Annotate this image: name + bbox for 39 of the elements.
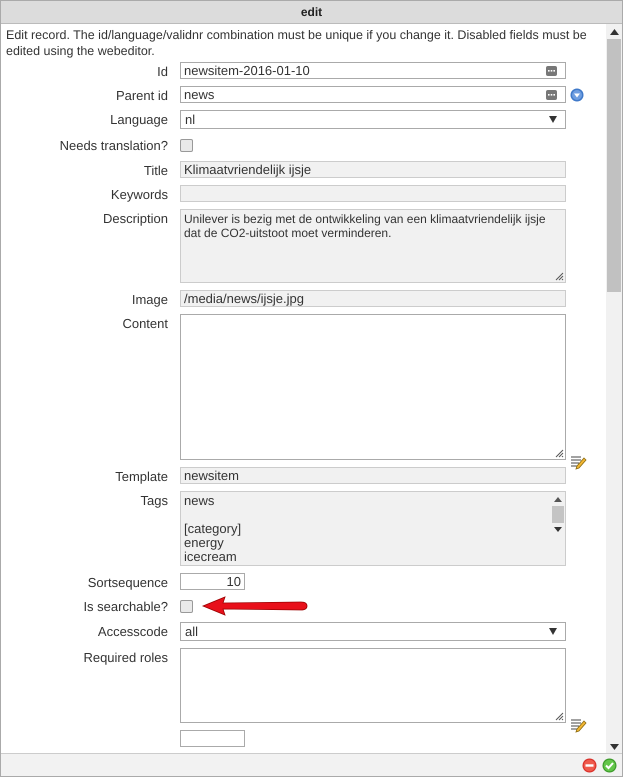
field-label: Template	[115, 469, 168, 484]
field-label: Content	[122, 316, 168, 331]
caret-icon	[549, 116, 557, 123]
more-icon[interactable]	[546, 66, 557, 76]
edit-text-icon[interactable]	[570, 454, 587, 470]
checkbox[interactable]	[180, 138, 193, 152]
field-label: Is searchable?	[83, 599, 168, 614]
field-label: Needs translation?	[60, 138, 168, 153]
field-label: Tags	[140, 493, 168, 508]
resize-grip-icon[interactable]	[555, 449, 564, 458]
scroll-up-icon[interactable]	[610, 29, 618, 35]
text-field[interactable]: news	[180, 86, 566, 103]
field-label: Id	[157, 64, 168, 79]
select-field[interactable]: all	[180, 622, 566, 641]
field-label: Accesscode	[98, 624, 168, 639]
dialog-title: edit	[300, 5, 322, 19]
field-label: Sortsequence	[88, 575, 168, 590]
text-field[interactable]: newsitem-2016-01-10	[180, 62, 566, 79]
intro-text: Edit record. The id/language/validnr combination must be unique if you change it. Disabled fields must be edited using the webeditor.	[6, 27, 588, 59]
edit-text-icon[interactable]	[570, 717, 587, 733]
scrollbar[interactable]	[606, 24, 622, 753]
scroll-down-icon[interactable]	[610, 744, 618, 750]
field-label: Required roles	[83, 650, 168, 665]
field-label: Language	[110, 112, 168, 127]
field-label: Description	[102, 211, 168, 226]
field-label: Image	[132, 292, 168, 307]
resize-grip-icon[interactable]	[555, 712, 564, 721]
field-label: Parent id	[116, 88, 168, 103]
field-label: Keywords	[110, 187, 168, 202]
cancel-button[interactable]	[582, 758, 597, 772]
dropdown-circle-icon[interactable]	[570, 88, 584, 102]
number-field[interactable]: 10	[180, 573, 245, 590]
ok-button[interactable]	[602, 758, 617, 772]
caret-icon	[549, 628, 557, 635]
number-field[interactable]	[180, 730, 245, 747]
checkbox[interactable]	[180, 600, 193, 612]
field-label: Title	[144, 163, 168, 178]
more-icon[interactable]	[546, 90, 557, 100]
select-field[interactable]: nl	[180, 110, 566, 129]
